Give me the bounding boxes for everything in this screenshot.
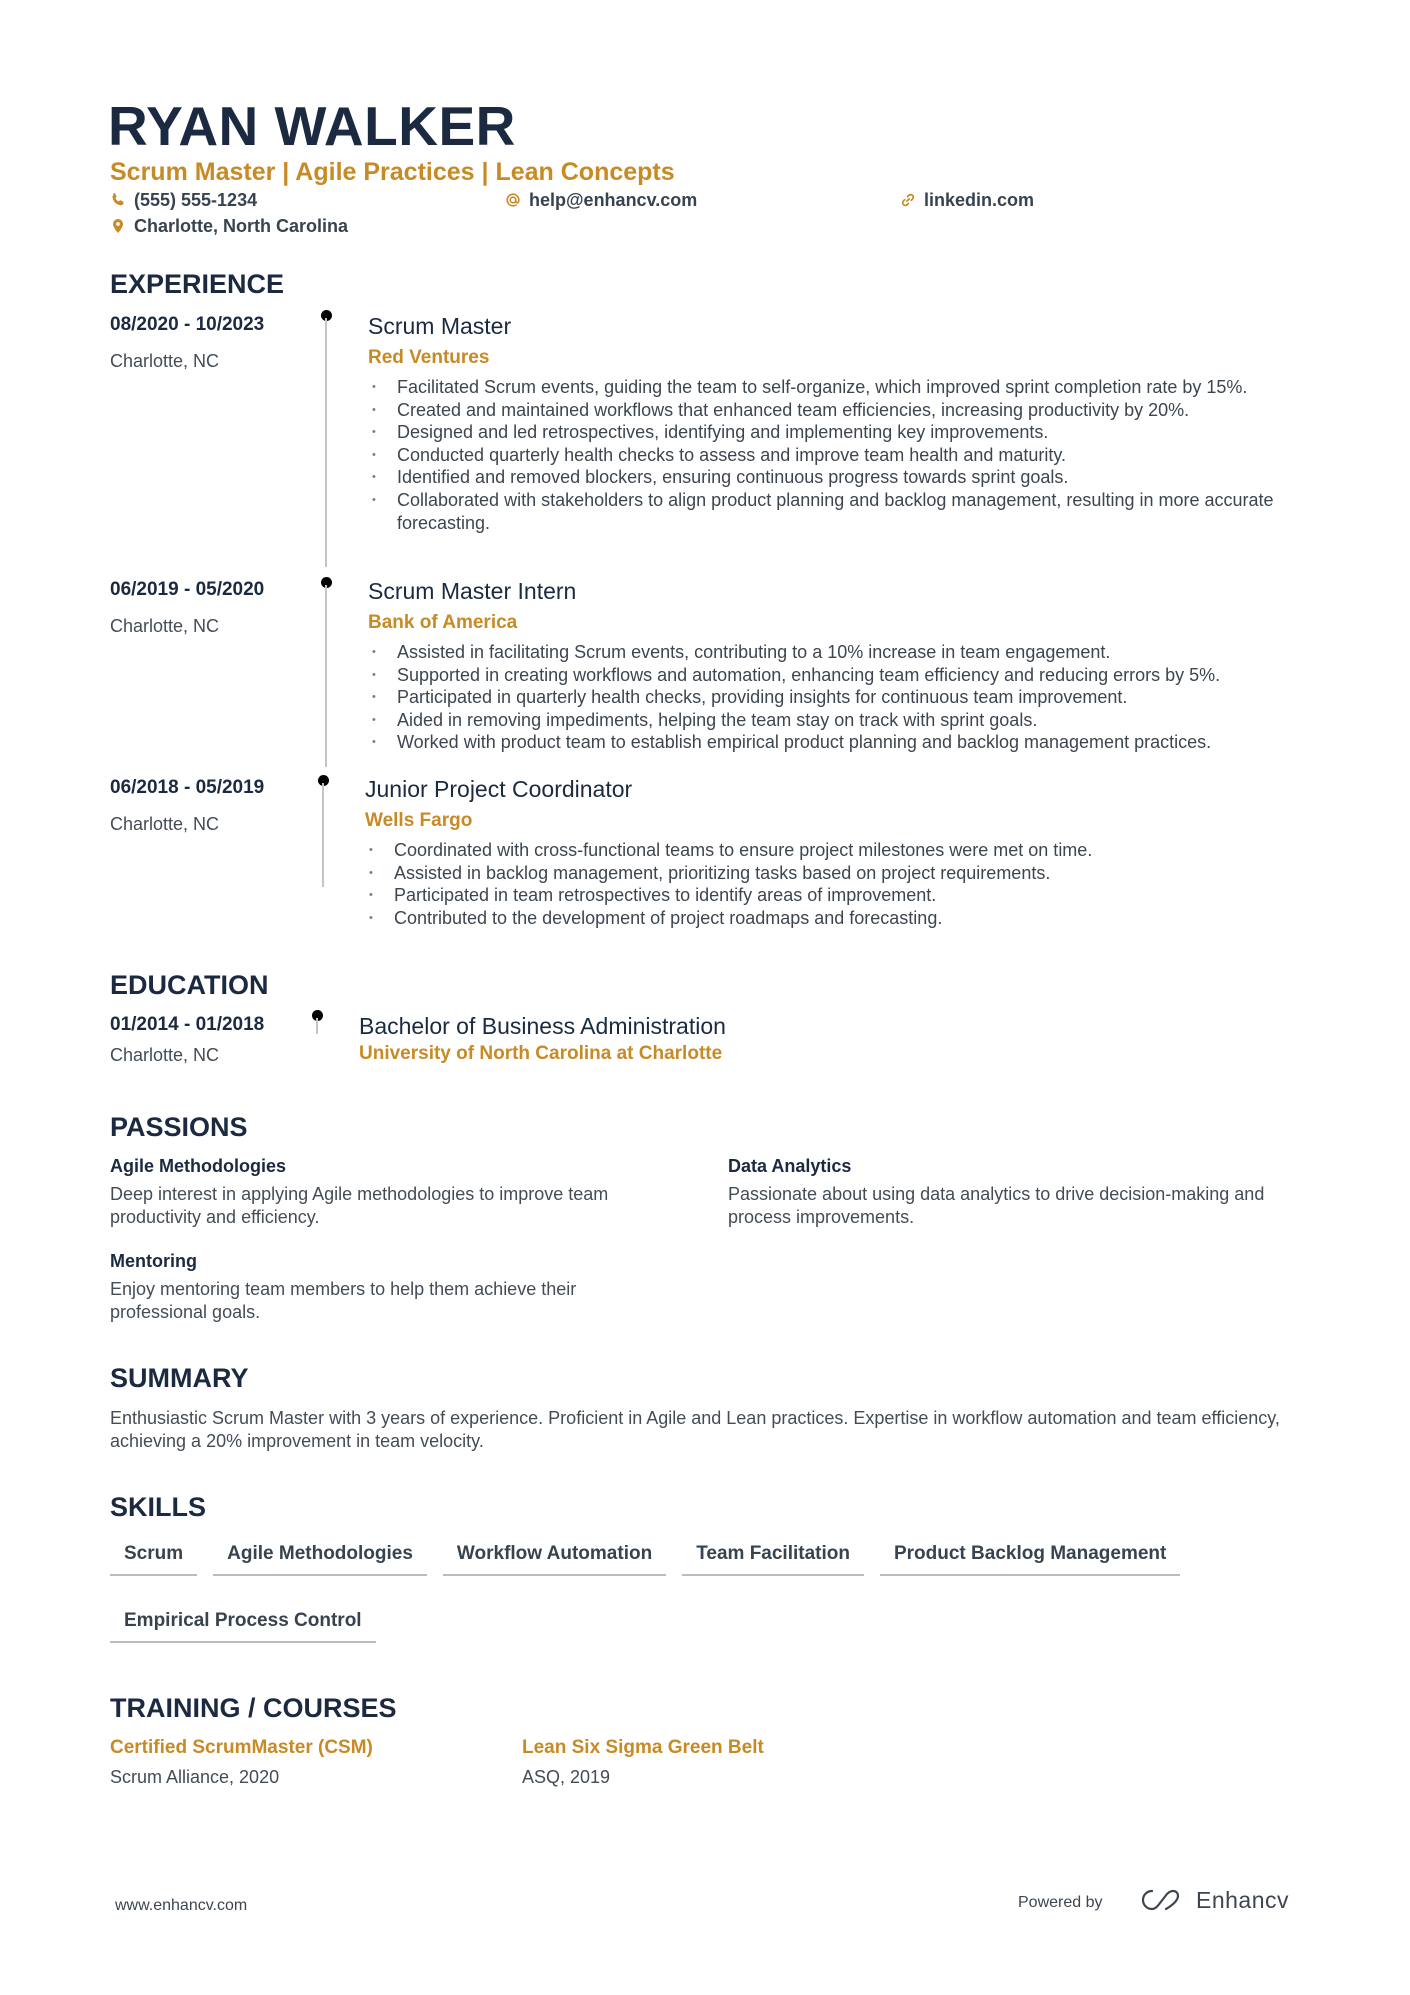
enhancv-logo-icon bbox=[1138, 1886, 1186, 1914]
skill-tag: Empirical Process Control bbox=[110, 1600, 376, 1643]
bullet-item: Created and maintained workflows that en… bbox=[368, 399, 1298, 422]
bullet-item: Assisted in backlog management, prioriti… bbox=[365, 862, 1305, 885]
job-title: Scrum Master bbox=[368, 313, 512, 339]
candidate-name: RYAN WALKER bbox=[108, 95, 516, 157]
enhancv-logo[interactable]: Enhancv bbox=[1138, 1886, 1289, 1914]
location-pin-icon bbox=[110, 218, 126, 234]
job-dates: 06/2019 - 05/2020 bbox=[110, 579, 265, 600]
skill-tag: Team Facilitation bbox=[682, 1533, 864, 1576]
job-title: Scrum Master Intern bbox=[368, 578, 577, 604]
passion-description: Passionate about using data analytics to… bbox=[728, 1184, 1265, 1227]
bullet-item: Coordinated with cross-functional teams … bbox=[365, 839, 1305, 862]
email-link[interactable]: help@enhancv.com bbox=[529, 189, 697, 211]
contact-linkedin: linkedin.com bbox=[900, 189, 1034, 211]
passion-description: Enjoy mentoring team members to help the… bbox=[110, 1279, 577, 1322]
link-icon bbox=[900, 192, 916, 208]
company-name: Wells Fargo bbox=[365, 810, 473, 831]
bullet-item: Aided in removing impediments, helping t… bbox=[368, 709, 1308, 732]
candidate-headline: Scrum Master | Agile Practices | Lean Co… bbox=[110, 158, 675, 186]
passion-description: Deep interest in applying Agile methodol… bbox=[110, 1184, 609, 1227]
at-icon bbox=[505, 192, 521, 208]
bullet-item: Contributed to the development of projec… bbox=[365, 907, 1305, 930]
passion-title: Mentoring bbox=[110, 1251, 197, 1271]
contact-phone: (555) 555-1234 bbox=[110, 189, 257, 211]
company-name: Bank of America bbox=[368, 612, 518, 633]
degree-title: Bachelor of Business Administration bbox=[359, 1013, 726, 1039]
linkedin-link[interactable]: linkedin.com bbox=[924, 189, 1034, 211]
skills-list: Scrum Agile Methodologies Workflow Autom… bbox=[110, 1533, 1310, 1643]
education-location: Charlotte, NC bbox=[110, 1045, 220, 1065]
contact-location: Charlotte, North Carolina bbox=[110, 215, 348, 237]
course-issuer: ASQ, 2019 bbox=[522, 1767, 611, 1787]
bullet-item: Identified and removed blockers, ensurin… bbox=[368, 466, 1298, 489]
job-dates: 08/2020 - 10/2023 bbox=[110, 314, 265, 335]
timeline-line bbox=[325, 318, 327, 567]
footer-powered-by: Powered by bbox=[1018, 1894, 1103, 1911]
bullet-item: Participated in quarterly health checks,… bbox=[368, 686, 1308, 709]
course-title: Certified ScrumMaster (CSM) bbox=[110, 1737, 373, 1758]
section-title-passions: PASSIONS bbox=[110, 1112, 248, 1142]
section-title-summary: SUMMARY bbox=[110, 1363, 249, 1393]
timeline-line bbox=[322, 783, 324, 887]
job-bullets: Assisted in facilitating Scrum events, c… bbox=[368, 641, 1308, 754]
footer-website[interactable]: www.enhancv.com bbox=[115, 1897, 247, 1915]
company-name: Red Ventures bbox=[368, 347, 490, 368]
section-title-experience: EXPERIENCE bbox=[110, 269, 285, 299]
education-dates: 01/2014 - 01/2018 bbox=[110, 1014, 265, 1035]
phone-icon bbox=[110, 192, 126, 208]
bullet-item: Participated in team retrospectives to i… bbox=[365, 884, 1305, 907]
section-title-education: EDUCATION bbox=[110, 970, 269, 1000]
job-title: Junior Project Coordinator bbox=[365, 776, 633, 802]
course-issuer: Scrum Alliance, 2020 bbox=[110, 1767, 280, 1787]
job-bullets: Coordinated with cross-functional teams … bbox=[365, 839, 1305, 929]
location-text: Charlotte, North Carolina bbox=[134, 216, 349, 236]
section-title-training: TRAINING / COURSES bbox=[110, 1693, 397, 1723]
bullet-item: Conducted quarterly health checks to ass… bbox=[368, 444, 1298, 467]
phone-text[interactable]: (555) 555-1234 bbox=[134, 189, 257, 211]
job-location: Charlotte, NC bbox=[110, 814, 220, 834]
skill-tag: Workflow Automation bbox=[442, 1533, 667, 1576]
job-bullets: Facilitated Scrum events, guiding the te… bbox=[368, 376, 1298, 534]
bullet-item: Designed and led retrospectives, identif… bbox=[368, 421, 1298, 444]
section-title-skills: SKILLS bbox=[110, 1492, 207, 1522]
skill-tag: Scrum bbox=[110, 1533, 198, 1576]
enhancv-brand-text: Enhancv bbox=[1196, 1886, 1290, 1913]
timeline-line bbox=[316, 1018, 318, 1034]
bullet-item: Facilitated Scrum events, guiding the te… bbox=[368, 376, 1298, 399]
bullet-item: Assisted in facilitating Scrum events, c… bbox=[368, 641, 1308, 664]
passion-title: Agile Methodologies bbox=[110, 1156, 287, 1176]
passion-title: Data Analytics bbox=[728, 1156, 852, 1176]
contact-email: help@enhancv.com bbox=[505, 189, 697, 211]
job-location: Charlotte, NC bbox=[110, 616, 220, 636]
school-name: University of North Carolina at Charlott… bbox=[359, 1043, 723, 1064]
job-location: Charlotte, NC bbox=[110, 351, 220, 371]
bullet-item: Supported in creating workflows and auto… bbox=[368, 664, 1308, 687]
bullet-item: Worked with product team to establish em… bbox=[368, 731, 1308, 754]
skill-tag: Product Backlog Management bbox=[879, 1533, 1181, 1576]
summary-text: Enthusiastic Scrum Master with 3 years o… bbox=[110, 1408, 1280, 1451]
course-title: Lean Six Sigma Green Belt bbox=[522, 1737, 764, 1758]
job-dates: 06/2018 - 05/2019 bbox=[110, 777, 265, 798]
timeline-line bbox=[325, 585, 327, 767]
resume-page: RYAN WALKER Scrum Master | Agile Practic… bbox=[0, 0, 1410, 1995]
skill-tag: Agile Methodologies bbox=[213, 1533, 427, 1576]
bullet-item: Collaborated with stakeholders to align … bbox=[368, 489, 1298, 534]
